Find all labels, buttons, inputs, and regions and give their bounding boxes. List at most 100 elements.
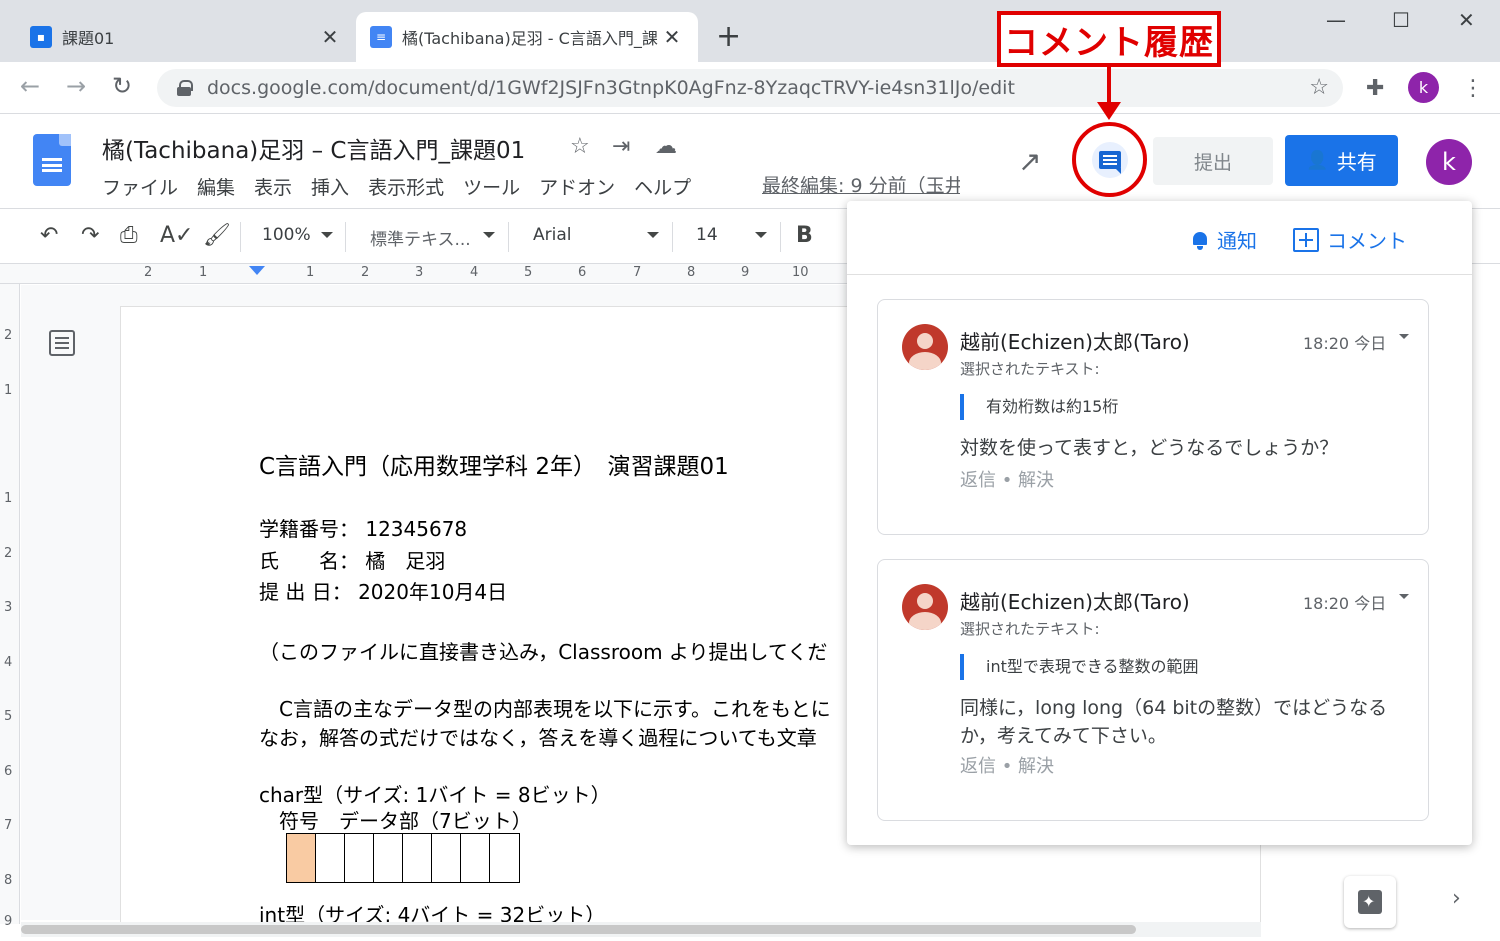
body-paragraph[interactable]: C言語の主なデータ型の内部表現を以下に示す。これをもとに [259,693,831,722]
menu-tools[interactable]: ツール [463,173,520,200]
tab-close-icon[interactable]: ✕ [318,25,342,49]
menu-help[interactable]: ヘルプ [634,173,691,200]
ruler-label: 3 [415,265,424,280]
body-paragraph[interactable]: なお，解答の式だけではなく，答えを導く過程についても文章 [259,722,817,751]
student-id-line[interactable]: 学籍番号： 12345678 [259,513,467,542]
data-bit-cell [403,834,432,882]
browser-toolbar: ← → ↻ docs.google.com/document/d/1GWf2JS… [0,62,1500,114]
avatar [902,324,948,370]
selected-text-quote[interactable]: int型で表現できる整数の範囲 [960,654,1199,680]
reply-resolve-links[interactable]: 返信 • 解決 [960,752,1054,778]
chevron-down-icon[interactable] [755,232,767,238]
tab-title: 課題01 [62,29,115,48]
add-comment-icon [1293,227,1319,252]
bookmark-star-icon[interactable]: ☆ [1309,75,1329,100]
vertical-ruler[interactable]: 2 1 1 2 3 4 5 6 7 8 9 [0,284,20,929]
font-select[interactable]: Arial [533,225,571,245]
horizontal-scrollbar[interactable] [21,922,1261,937]
chevron-right-icon[interactable]: › [1452,886,1461,911]
comment-card[interactable]: 越前(Echizen)太郎(Taro) 18:20 今日 選択されたテキスト: … [877,559,1429,821]
ruler-label: 2 [361,265,370,280]
minimize-button[interactable]: — [1326,8,1346,32]
account-avatar[interactable]: k [1426,139,1472,185]
submit-button[interactable]: 提出 [1153,137,1273,185]
chevron-down-icon[interactable] [321,232,333,238]
selected-text-quote[interactable]: 有効桁数は約15桁 [960,394,1118,420]
chevron-down-icon[interactable] [1399,334,1409,339]
extensions-puzzle-icon[interactable]: ✚ [1366,76,1384,101]
back-arrow-icon[interactable]: ← [20,72,40,100]
browser-profile-avatar[interactable]: k [1408,72,1439,103]
paint-format-icon[interactable]: 🖌 [203,223,231,248]
tab-title: 橘(Tachibana)足羽 - C言語入門_課 [402,29,658,48]
star-icon[interactable]: ☆ [570,134,590,159]
menu-view[interactable]: 表示 [254,173,292,200]
int-type-caption[interactable]: int型（サイズ: 4バイト = 32ビット） [259,899,605,922]
last-edit-link[interactable]: 最終編集: 9 分前（玉井 [762,171,960,198]
bell-icon [1191,230,1209,250]
selected-text-label: 選択されたテキスト: [960,360,1100,378]
font-size-select[interactable]: 14 [696,225,718,245]
zoom-select[interactable]: 100% [262,225,311,245]
notification-settings-button[interactable]: 通知 [1191,225,1257,254]
chevron-down-icon[interactable] [483,232,495,238]
submit-date-line[interactable]: 提 出 日： 2020年10月4日 [259,576,507,605]
cloud-saved-icon[interactable]: ☁ [655,134,677,159]
lock-icon[interactable] [177,80,193,96]
document-outline-icon[interactable] [49,330,75,356]
redo-icon[interactable]: ↷ [81,223,99,248]
paragraph-style-select[interactable]: 標準テキス... [370,225,471,250]
browser-menu-icon[interactable]: ⋮ [1462,76,1484,101]
menu-file[interactable]: ファイル [102,173,178,200]
maximize-button[interactable]: ☐ [1392,8,1410,32]
instruction-note[interactable]: （このファイルに直接書き込み，Classroom より提出してくだ [259,636,827,665]
indent-marker[interactable] [249,266,265,275]
ruler-label: 8 [4,873,13,888]
document-heading[interactable]: C言語入門（応用数理学科 2年） 演習課題01 [259,447,729,481]
explore-button[interactable] [1344,876,1396,928]
spellcheck-icon[interactable]: A✓ [160,223,193,248]
print-icon[interactable]: ⎙ [120,223,138,248]
menu-addons[interactable]: アドオン [539,173,615,200]
ruler-label: 7 [4,818,13,833]
data-bit-cell [490,834,519,882]
ruler-label: 1 [4,383,13,398]
chevron-down-icon[interactable] [647,232,659,238]
bit-layout-table[interactable] [286,833,520,883]
ruler-label: 9 [741,265,750,280]
char-parts-caption[interactable]: 符号 データ部（7ビット） [259,805,532,834]
new-tab-button[interactable]: + [716,20,741,54]
browser-tab-strip: ▪ 課題01 ✕ ≡ 橘(Tachibana)足羽 - C言語入門_課 ✕ + … [0,0,1500,62]
undo-icon[interactable]: ↶ [40,223,58,248]
forward-arrow-icon[interactable]: → [66,72,86,100]
activity-dashboard-icon[interactable]: ↗ [1018,145,1041,178]
add-comment-button[interactable]: コメント [1293,225,1407,254]
char-type-caption[interactable]: char型（サイズ: 1バイト = 8ビット） [259,779,611,808]
comment-author: 越前(Echizen)太郎(Taro) [960,330,1190,354]
document-title[interactable]: 橘(Tachibana)足羽 – C言語入門_課題01 [102,131,525,165]
ruler-label: 1 [306,265,315,280]
url-text[interactable]: docs.google.com/document/d/1GWf2JSJFn3Gt… [207,77,1015,99]
docs-header: 橘(Tachibana)足羽 – C言語入門_課題01 ☆ ⇥ ☁ ファイル 編… [0,115,1500,209]
share-button[interactable]: 👤 共有 [1285,135,1398,186]
student-name-line[interactable]: 氏 名： 橘 足羽 [259,545,445,574]
menu-format[interactable]: 表示形式 [368,173,444,200]
move-folder-icon[interactable]: ⇥ [612,134,630,159]
browser-tab[interactable]: ▪ 課題01 ✕ [16,12,356,62]
browser-tab-active[interactable]: ≡ 橘(Tachibana)足羽 - C言語入門_課 ✕ [356,12,698,62]
comment-card[interactable]: 越前(Echizen)太郎(Taro) 18:20 今日 選択されたテキスト: … [877,299,1429,535]
address-bar[interactable]: docs.google.com/document/d/1GWf2JSJFn3Gt… [157,69,1343,107]
close-window-button[interactable]: ✕ [1458,8,1475,32]
bold-button[interactable]: B [796,223,813,248]
chevron-down-icon[interactable] [1399,594,1409,599]
comment-body: 同様に，long long（64 bitの整数）ではどうなるか，考えてみて下さい… [960,697,1388,747]
scrollbar-thumb[interactable] [21,925,1136,934]
reply-resolve-links[interactable]: 返信 • 解決 [960,466,1054,492]
menu-edit[interactable]: 編集 [197,173,235,200]
menu-insert[interactable]: 挿入 [311,173,349,200]
reload-icon[interactable]: ↻ [112,72,132,100]
comment-label: コメント [1327,229,1407,253]
tab-close-icon[interactable]: ✕ [660,25,684,49]
classroom-icon: ▪ [30,26,52,48]
docs-logo-icon[interactable] [33,134,71,186]
